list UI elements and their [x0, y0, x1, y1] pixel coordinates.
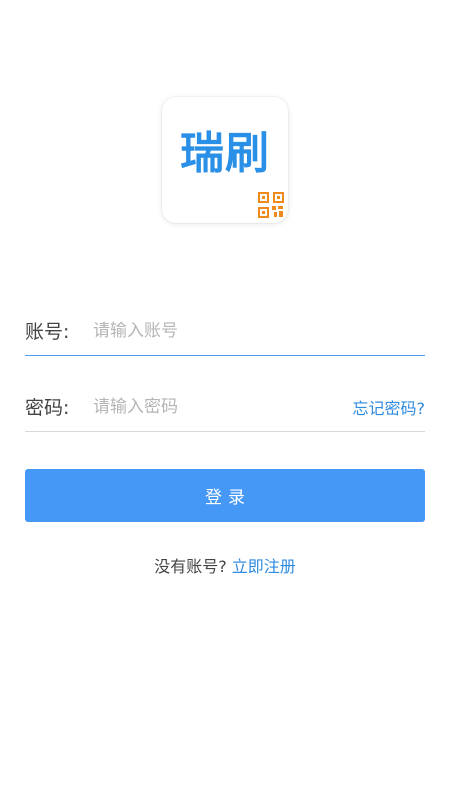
account-input[interactable] — [93, 315, 425, 346]
register-prompt: 没有账号? — [154, 557, 227, 576]
logo-text: 瑞刷 — [180, 128, 270, 179]
password-input[interactable] — [93, 391, 353, 422]
login-button[interactable]: 登录 — [25, 469, 425, 522]
qr-code-icon — [258, 192, 284, 218]
forgot-password-link[interactable]: 忘记密码? — [353, 395, 426, 419]
password-field: 密码: 忘记密码? — [25, 382, 425, 432]
password-label: 密码: — [25, 397, 70, 419]
register-link[interactable]: 立即注册 — [232, 557, 296, 576]
account-label: 账号: — [25, 321, 70, 343]
login-screen: 瑞刷 账号: 密码: 忘记密码? 登录 没有 — [0, 0, 450, 800]
register-row: 没有账号? 立即注册 — [0, 553, 450, 577]
app-logo: 瑞刷 — [162, 97, 288, 223]
account-field: 账号: — [25, 306, 425, 356]
